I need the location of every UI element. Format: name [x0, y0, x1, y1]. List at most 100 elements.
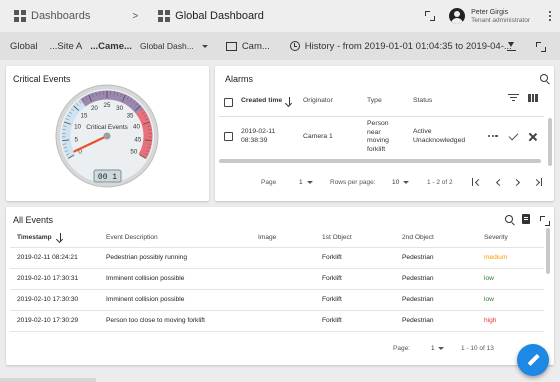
divider	[10, 289, 544, 290]
entity-alias-label[interactable]: Cam...	[242, 41, 270, 52]
col-timestamp[interactable]: Timestamp	[17, 234, 52, 241]
download-icon[interactable]	[507, 42, 516, 51]
dashboards-icon	[14, 10, 26, 22]
select-all-checkbox[interactable]	[224, 98, 233, 107]
card-title: Alarms	[225, 74, 254, 84]
col-originator[interactable]: Originator	[303, 97, 333, 104]
gauge-hub	[103, 132, 111, 140]
gauge-tick-label: 30	[116, 105, 123, 112]
search-icon[interactable]	[540, 74, 548, 82]
chevron-down-icon[interactable]	[438, 347, 444, 350]
col-first-object[interactable]: 1st Object	[322, 234, 352, 241]
breadcrumb-current: Global Dashboard	[175, 10, 264, 22]
sort-arrow-icon[interactable]	[289, 97, 291, 105]
page-range: 1 - 10 of 13	[461, 345, 494, 352]
page-select[interactable]: 1	[299, 179, 303, 186]
alarm-type-line: moving	[367, 137, 389, 144]
col-created-time[interactable]: Created time	[241, 97, 282, 104]
page-range: 1 - 2 of 2	[427, 179, 453, 186]
severity-badge: high	[484, 317, 497, 324]
chevron-down-icon[interactable]	[403, 181, 409, 184]
gauge-tick-label: 10	[74, 124, 81, 131]
status-line: Active	[413, 128, 432, 135]
gauge-tick-label: 50	[130, 149, 137, 156]
fullscreen-icon[interactable]	[536, 42, 546, 52]
sort-arrow-icon[interactable]	[60, 233, 62, 241]
entity-alias-icon[interactable]	[225, 41, 237, 51]
divider	[10, 331, 544, 332]
created-clock: 08:38:39	[241, 137, 268, 144]
col-type[interactable]: Type	[367, 97, 382, 104]
gauge-tick-label: 40	[133, 124, 140, 131]
user-role: Tenant administrator	[471, 16, 530, 24]
gauge-tick-label: 45	[134, 136, 141, 143]
user-info[interactable]: Peter Girgis Tenant administrator	[471, 9, 530, 24]
bottom-tab-strip	[0, 378, 96, 382]
divider	[10, 268, 544, 269]
event-description: Person too close to moving forklift	[106, 317, 205, 324]
event-second-object: Pedestrian	[402, 317, 434, 324]
fullscreen-icon[interactable]	[425, 11, 436, 21]
clear-close-icon[interactable]	[528, 132, 538, 142]
gauge-tick-label: 15	[81, 112, 88, 119]
col-second-object[interactable]: 2nd Object	[402, 234, 434, 241]
event-description: Pedestrian possibly running	[106, 254, 188, 261]
rows-per-page-select[interactable]: 10	[392, 179, 399, 186]
page-select[interactable]: 1	[431, 345, 435, 352]
all-events-card	[6, 207, 554, 365]
avatar[interactable]	[449, 8, 466, 24]
alarm-type-line: Person	[367, 120, 389, 127]
more-vert-icon[interactable]	[548, 10, 552, 22]
event-timestamp: 2019-02-11 08:24:21	[17, 254, 78, 261]
filter-icon[interactable]	[508, 94, 519, 102]
export-document-icon[interactable]	[522, 214, 530, 224]
gauge-tick-label: 35	[127, 112, 134, 119]
divider	[10, 247, 544, 248]
timewindow-label[interactable]: History - from 2019-01-01 01:04:35 to 20…	[305, 41, 512, 52]
vertical-scrollbar[interactable]	[546, 228, 550, 274]
event-first-object: Forklift	[322, 296, 342, 303]
state-site[interactable]: ...Site A	[49, 41, 82, 52]
event-second-object: Pedestrian	[402, 254, 434, 261]
col-severity[interactable]: Severity	[484, 234, 508, 241]
col-status[interactable]: Status	[413, 97, 432, 104]
breadcrumb-separator: >	[132, 10, 139, 22]
search-icon[interactable]	[505, 215, 513, 223]
col-image[interactable]: Image	[258, 234, 276, 241]
dashboard-select[interactable]: Global Dash...	[140, 41, 208, 51]
divider	[218, 116, 544, 117]
edit-fab-button[interactable]	[517, 344, 549, 376]
gauge-tick-label: 5	[74, 136, 78, 143]
state-global[interactable]: Global	[10, 41, 37, 52]
top-bar: Dashboards > Global Dashboard Peter Girg…	[0, 0, 560, 32]
state-camera[interactable]: ...Came...	[90, 41, 132, 52]
gauge-lcd-value: 00 1	[98, 173, 117, 182]
col-event-description[interactable]: Event Description	[106, 234, 158, 241]
gauge-label: Critical Events	[86, 124, 128, 131]
gauge-tick-label: 20	[91, 105, 98, 112]
clock-icon[interactable]	[289, 41, 300, 51]
event-first-object: Forklift	[322, 317, 342, 324]
pencil-icon	[527, 353, 540, 366]
dashboard-icon	[158, 10, 171, 22]
critical-events-card: Critical Events 0 5 10 15 20 25 30 35 40 45 50 Cri…	[6, 66, 209, 201]
horizontal-scrollbar[interactable]	[219, 159, 541, 163]
event-first-object: Forklift	[322, 254, 342, 261]
fullscreen-icon[interactable]	[540, 216, 550, 226]
event-timestamp: 2019-02-10 17:30:29	[17, 317, 79, 324]
severity-badge: low	[484, 296, 494, 303]
divider	[10, 310, 544, 311]
row-checkbox[interactable]	[224, 132, 233, 141]
user-name: Peter Girgis	[471, 8, 509, 16]
event-second-object: Pedestrian	[402, 275, 434, 282]
radial-gauge: 05101520 25 3035404550 Critical Events 00 …	[55, 84, 159, 188]
rows-per-page-label: Rows per page:	[330, 179, 376, 186]
more-horiz-icon[interactable]	[488, 135, 498, 138]
columns-icon[interactable]	[528, 94, 539, 102]
chevron-down-icon[interactable]	[307, 181, 313, 184]
vertical-scrollbar[interactable]	[548, 118, 552, 166]
breadcrumb-dashboards[interactable]: Dashboards	[31, 10, 90, 22]
event-first-object: Forklift	[322, 275, 342, 282]
originator: Camera 1	[303, 133, 333, 140]
dashboard-select-value: Global Dash...	[139, 41, 194, 51]
